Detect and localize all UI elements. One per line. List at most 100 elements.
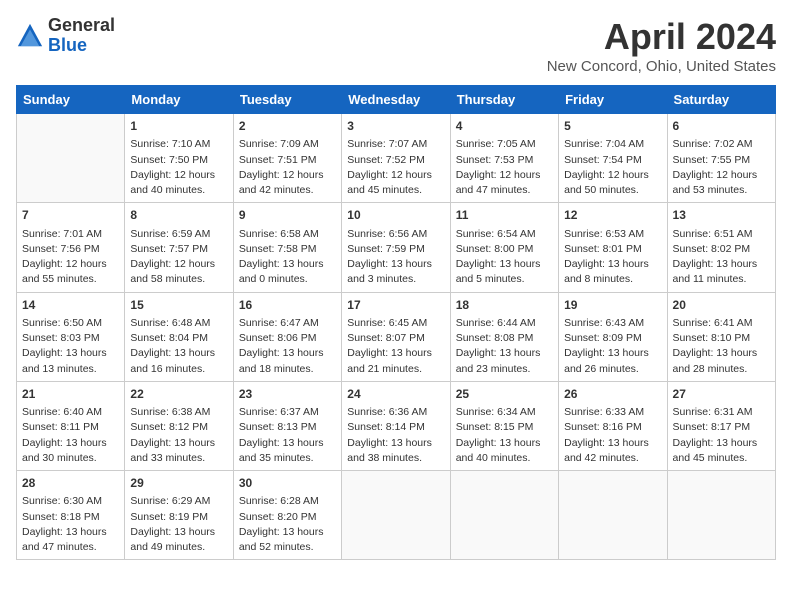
day-info: Sunset: 8:01 PM [564, 243, 642, 255]
calendar-cell: 27Sunrise: 6:31 AMSunset: 8:17 PMDayligh… [667, 381, 775, 470]
day-info: Daylight: 13 hours [456, 347, 541, 359]
day-info: Sunrise: 6:38 AM [130, 406, 210, 418]
day-number: 19 [564, 297, 661, 314]
day-info: and 42 minutes. [564, 452, 639, 464]
day-info: Sunrise: 6:28 AM [239, 495, 319, 507]
day-info: Sunrise: 6:41 AM [673, 317, 753, 329]
day-info: Sunset: 8:18 PM [22, 511, 100, 523]
day-info: and 16 minutes. [130, 363, 205, 375]
day-header: Friday [559, 86, 667, 114]
calendar-cell: 23Sunrise: 6:37 AMSunset: 8:13 PMDayligh… [233, 381, 341, 470]
day-number: 26 [564, 386, 661, 403]
day-number: 1 [130, 118, 227, 135]
day-info: Daylight: 13 hours [239, 526, 324, 538]
calendar-cell: 7Sunrise: 7:01 AMSunset: 7:56 PMDaylight… [17, 203, 125, 292]
day-info: Daylight: 12 hours [22, 258, 107, 270]
calendar-week-row: 28Sunrise: 6:30 AMSunset: 8:18 PMDayligh… [17, 471, 776, 560]
day-info: Sunrise: 6:51 AM [673, 228, 753, 240]
day-number: 8 [130, 207, 227, 224]
calendar-cell: 18Sunrise: 6:44 AMSunset: 8:08 PMDayligh… [450, 292, 558, 381]
day-info: Daylight: 13 hours [673, 347, 758, 359]
calendar-cell: 13Sunrise: 6:51 AMSunset: 8:02 PMDayligh… [667, 203, 775, 292]
calendar-cell: 1Sunrise: 7:10 AMSunset: 7:50 PMDaylight… [125, 114, 233, 203]
calendar-cell [667, 471, 775, 560]
calendar-cell [559, 471, 667, 560]
calendar-cell [450, 471, 558, 560]
day-info: and 18 minutes. [239, 363, 314, 375]
day-info: Daylight: 13 hours [347, 347, 432, 359]
day-info: and 40 minutes. [456, 452, 531, 464]
day-number: 20 [673, 297, 770, 314]
day-info: Daylight: 13 hours [456, 258, 541, 270]
day-info: Sunrise: 6:29 AM [130, 495, 210, 507]
day-info: Sunrise: 6:31 AM [673, 406, 753, 418]
day-info: Sunset: 8:00 PM [456, 243, 534, 255]
calendar-cell: 20Sunrise: 6:41 AMSunset: 8:10 PMDayligh… [667, 292, 775, 381]
calendar-week-row: 21Sunrise: 6:40 AMSunset: 8:11 PMDayligh… [17, 381, 776, 470]
day-info: Sunset: 8:02 PM [673, 243, 751, 255]
day-info: Sunset: 7:53 PM [456, 154, 534, 166]
logo-blue-text: Blue [48, 35, 87, 55]
day-info: Sunrise: 7:05 AM [456, 138, 536, 150]
day-info: Sunset: 7:52 PM [347, 154, 425, 166]
day-info: Daylight: 13 hours [564, 347, 649, 359]
calendar-cell: 4Sunrise: 7:05 AMSunset: 7:53 PMDaylight… [450, 114, 558, 203]
day-info: and 52 minutes. [239, 541, 314, 553]
day-info: and 49 minutes. [130, 541, 205, 553]
day-info: Sunrise: 6:33 AM [564, 406, 644, 418]
calendar-week-row: 14Sunrise: 6:50 AMSunset: 8:03 PMDayligh… [17, 292, 776, 381]
day-info: Sunset: 8:20 PM [239, 511, 317, 523]
day-number: 25 [456, 386, 553, 403]
day-info: Sunset: 7:59 PM [347, 243, 425, 255]
day-info: Daylight: 13 hours [130, 437, 215, 449]
day-info: and 45 minutes. [673, 452, 748, 464]
day-info: Sunset: 8:08 PM [456, 332, 534, 344]
day-info: Sunrise: 6:44 AM [456, 317, 536, 329]
day-header: Wednesday [342, 86, 450, 114]
day-number: 17 [347, 297, 444, 314]
day-header: Monday [125, 86, 233, 114]
day-info: Sunset: 8:15 PM [456, 421, 534, 433]
day-info: Sunset: 8:16 PM [564, 421, 642, 433]
page-subtitle: New Concord, Ohio, United States [547, 58, 776, 75]
day-info: Sunset: 8:12 PM [130, 421, 208, 433]
day-info: Daylight: 13 hours [22, 437, 107, 449]
calendar-cell: 2Sunrise: 7:09 AMSunset: 7:51 PMDaylight… [233, 114, 341, 203]
day-info: Daylight: 12 hours [239, 169, 324, 181]
day-info: Sunrise: 6:56 AM [347, 228, 427, 240]
day-info: Sunset: 8:07 PM [347, 332, 425, 344]
day-number: 29 [130, 475, 227, 492]
day-number: 16 [239, 297, 336, 314]
day-info: Sunrise: 7:10 AM [130, 138, 210, 150]
day-info: Daylight: 13 hours [564, 258, 649, 270]
day-number: 10 [347, 207, 444, 224]
day-number: 2 [239, 118, 336, 135]
day-info: Sunrise: 6:30 AM [22, 495, 102, 507]
day-number: 14 [22, 297, 119, 314]
day-info: and 33 minutes. [130, 452, 205, 464]
title-section: April 2024 New Concord, Ohio, United Sta… [547, 16, 776, 75]
day-info: Sunrise: 6:59 AM [130, 228, 210, 240]
day-info: Daylight: 13 hours [347, 437, 432, 449]
day-info: Daylight: 13 hours [130, 347, 215, 359]
day-info: Sunrise: 6:45 AM [347, 317, 427, 329]
day-info: Sunset: 7:56 PM [22, 243, 100, 255]
logo: General Blue [16, 16, 115, 56]
day-info: Sunrise: 6:37 AM [239, 406, 319, 418]
day-info: Daylight: 12 hours [564, 169, 649, 181]
day-number: 6 [673, 118, 770, 135]
calendar-cell: 9Sunrise: 6:58 AMSunset: 7:58 PMDaylight… [233, 203, 341, 292]
day-number: 15 [130, 297, 227, 314]
calendar-cell: 10Sunrise: 6:56 AMSunset: 7:59 PMDayligh… [342, 203, 450, 292]
calendar-week-row: 1 Sunrise: 7:10 AM Sunset: 7:50 PM Daylight… [17, 114, 776, 203]
day-number: 13 [673, 207, 770, 224]
day-number: 4 [456, 118, 553, 135]
day-info: and 0 minutes. [239, 273, 308, 285]
day-info: and 53 minutes. [673, 184, 748, 196]
day-info: Sunset: 7:50 PM [130, 154, 208, 166]
day-number: 27 [673, 386, 770, 403]
calendar-cell: 25Sunrise: 6:34 AMSunset: 8:15 PMDayligh… [450, 381, 558, 470]
day-info: and 47 minutes. [22, 541, 97, 553]
calendar-header-row: SundayMondayTuesdayWednesdayThursdayFrid… [17, 86, 776, 114]
day-info: Sunset: 8:19 PM [130, 511, 208, 523]
